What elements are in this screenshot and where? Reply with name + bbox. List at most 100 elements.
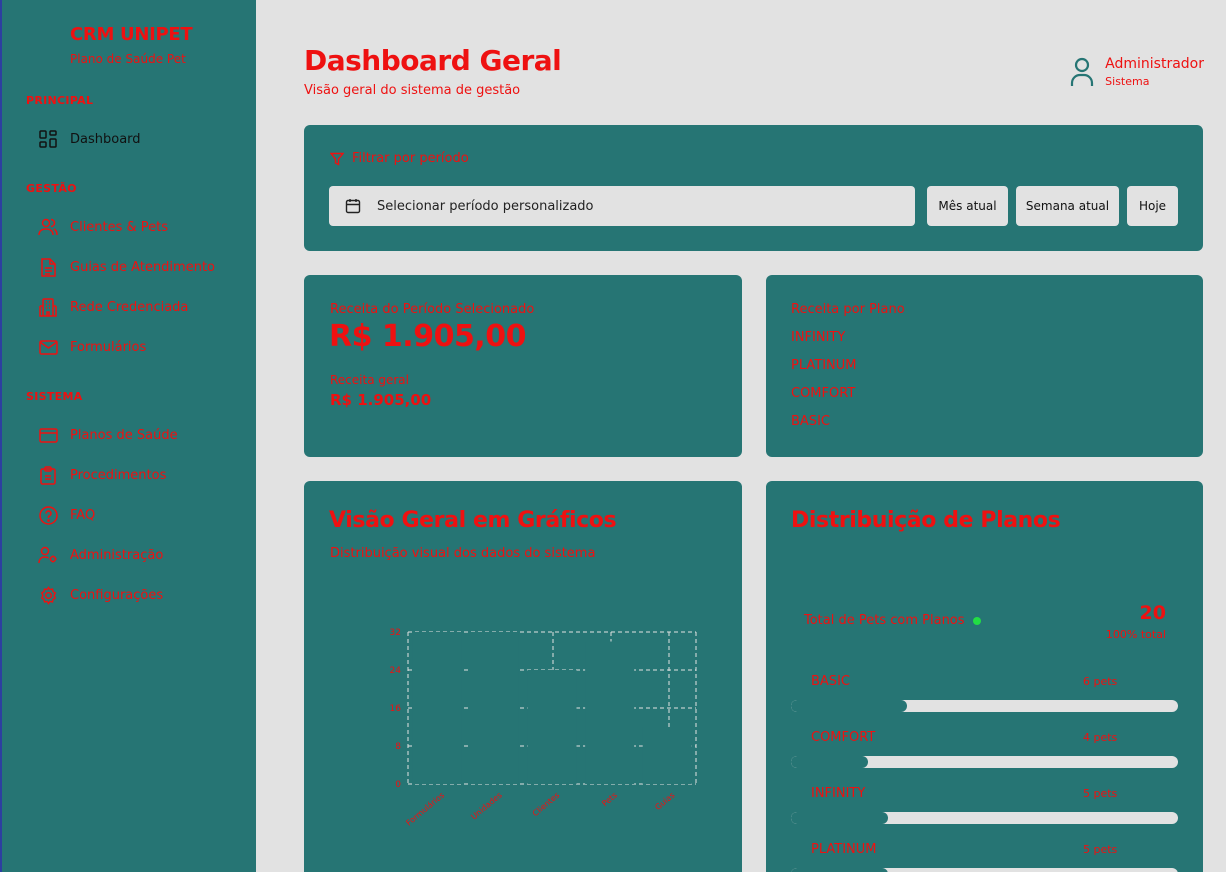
bar[interactable] <box>527 670 577 784</box>
bar[interactable] <box>642 727 692 784</box>
y-tick-label: 8 <box>395 742 401 752</box>
y-tick-label: 32 <box>390 628 401 638</box>
sidebar-item-label: Formulários <box>70 339 147 355</box>
plan-progress-track <box>791 756 1178 768</box>
chart-card: Visão Geral em Gráficos Distribuição vis… <box>304 481 742 872</box>
plan-row-label: INFINITY <box>811 786 866 801</box>
distribution-title: Distribuição de Planos <box>791 508 1061 533</box>
sidebar-item-label: FAQ <box>70 507 96 523</box>
filter-card: Filtrar por período Selecionar período p… <box>304 125 1203 251</box>
plan-progress-track <box>791 812 1178 824</box>
sidebar-item-clientes[interactable]: Clientes & Pets <box>26 210 242 244</box>
mail-icon <box>38 337 58 357</box>
revenue-by-plan-card: Receita por Plano INFINITY PLATINUM COMF… <box>766 275 1203 457</box>
filter-title: Filtrar por período <box>330 151 469 166</box>
y-tick-label: 16 <box>390 704 402 714</box>
sidebar-item-configuracoes[interactable]: Configurações <box>26 578 242 612</box>
brand-subtitle: Plano de Saúde Pet <box>70 52 186 66</box>
distribution-card: Distribuição de Planos Total de Pets com… <box>766 481 1203 872</box>
plan-progress-track <box>791 868 1178 872</box>
page-subtitle: Visão geral do sistema de gestão <box>304 83 521 98</box>
sidebar-item-label: Rede Credenciada <box>70 299 189 315</box>
user-cog-icon <box>38 545 58 565</box>
plan-name: COMFORT <box>791 386 856 401</box>
chart-card-subtitle: Distribuição visual dos dados do sistema <box>330 546 596 561</box>
page-title: Dashboard Geral <box>304 44 562 77</box>
today-button[interactable]: Hoje <box>1127 186 1178 226</box>
sidebar-item-label: Guias de Atendimento <box>70 259 215 275</box>
total-pets-percent: 100% total <box>1105 628 1166 641</box>
total-pets-label-text: Total de Pets com Planos <box>804 613 965 628</box>
section-label-gestao: GESTÃO <box>26 182 77 195</box>
clipboard-icon <box>38 465 58 485</box>
plan-progress-fill <box>791 756 869 768</box>
bar[interactable] <box>469 632 519 784</box>
users-icon <box>38 217 58 237</box>
x-tick-label: Guias <box>653 791 676 812</box>
revenue-card: Receita do Período Selecionado R$ 1.905,… <box>304 275 742 457</box>
month-button[interactable]: Mês atual <box>927 186 1008 226</box>
dashboard-icon <box>38 129 58 149</box>
x-tick-label: Unidades <box>469 791 503 822</box>
user-menu[interactable]: Administrador Sistema <box>1069 56 1204 88</box>
help-circle-icon <box>38 505 58 525</box>
date-range-placeholder: Selecionar período personalizado <box>377 198 594 214</box>
plan-name: BASIC <box>791 414 830 429</box>
general-revenue-value: R$ 1.905,00 <box>330 391 432 409</box>
plan-progress-fill <box>791 812 888 824</box>
revenue-by-plan-label: Receita por Plano <box>791 302 905 317</box>
general-revenue-label: Receita geral <box>330 373 409 387</box>
sidebar-item-label: Configurações <box>70 587 164 603</box>
filter-icon <box>330 152 344 166</box>
brand-title: CRM UNIPET <box>70 24 193 45</box>
section-label-principal: PRINCIPAL <box>26 94 94 107</box>
y-tick-label: 0 <box>395 780 401 790</box>
section-label-sistema: SISTEMA <box>26 390 83 403</box>
sidebar-item-administracao[interactable]: Administração <box>26 538 242 572</box>
plan-row-label: COMFORT <box>811 730 876 745</box>
calendar-icon <box>345 199 361 214</box>
filter-title-label: Filtrar por período <box>352 151 469 166</box>
bar-chart: 0 8 16 24 32 Formulários Unidades Clientes Pets G… <box>390 628 697 828</box>
plan-row-label: PLATINUM <box>811 842 877 857</box>
plan-name: INFINITY <box>791 330 846 345</box>
sidebar: CRM UNIPET Plano de Saúde Pet PRINCIPAL … <box>0 0 256 872</box>
x-tick-label: Pets <box>600 791 619 809</box>
plan-progress-track <box>791 700 1178 712</box>
y-tick-label: 24 <box>390 666 402 676</box>
total-pets-label: Total de Pets com Planos <box>804 613 981 628</box>
chart-card-title: Visão Geral em Gráficos <box>329 508 617 533</box>
user-role: Sistema <box>1105 75 1150 88</box>
x-tick-label: Clientes <box>531 791 561 819</box>
document-icon <box>38 257 58 277</box>
plan-row-label: BASIC <box>811 674 850 689</box>
user-icon <box>1069 56 1097 88</box>
user-name: Administrador <box>1105 56 1204 72</box>
sidebar-item-label: Clientes & Pets <box>70 219 169 235</box>
sidebar-item-planos[interactable]: Planos de Saúde <box>26 418 242 452</box>
sidebar-item-rede[interactable]: Rede Credenciada <box>26 290 242 324</box>
bar[interactable] <box>585 641 635 785</box>
revenue-label: Receita do Período Selecionado <box>330 302 535 317</box>
plan-row-count: 6 pets <box>1083 675 1118 688</box>
plan-row-count: 5 pets <box>1083 787 1118 800</box>
bar[interactable] <box>412 632 462 784</box>
plan-row-count: 4 pets <box>1083 731 1118 744</box>
plan-name: PLATINUM <box>791 358 857 373</box>
credit-card-icon <box>38 425 58 445</box>
sidebar-item-label: Procedimentos <box>70 467 167 483</box>
sidebar-item-formularios[interactable]: Formulários <box>26 330 242 364</box>
building-icon <box>38 297 58 317</box>
sidebar-item-dashboard[interactable]: Dashboard <box>26 122 242 156</box>
sidebar-item-procedimentos[interactable]: Procedimentos <box>26 458 242 492</box>
total-pets-value: 20 <box>1139 602 1166 624</box>
plan-progress-fill <box>791 868 888 872</box>
sidebar-item-label: Dashboard <box>70 131 141 147</box>
x-tick-label: Formulários <box>404 791 446 828</box>
week-button[interactable]: Semana atual <box>1016 186 1119 226</box>
sidebar-item-faq[interactable]: FAQ <box>26 498 242 532</box>
sidebar-item-guias[interactable]: Guias de Atendimento <box>26 250 242 284</box>
date-range-input[interactable]: Selecionar período personalizado <box>329 186 915 226</box>
gear-icon <box>38 585 58 605</box>
sidebar-item-label: Administração <box>70 547 164 563</box>
